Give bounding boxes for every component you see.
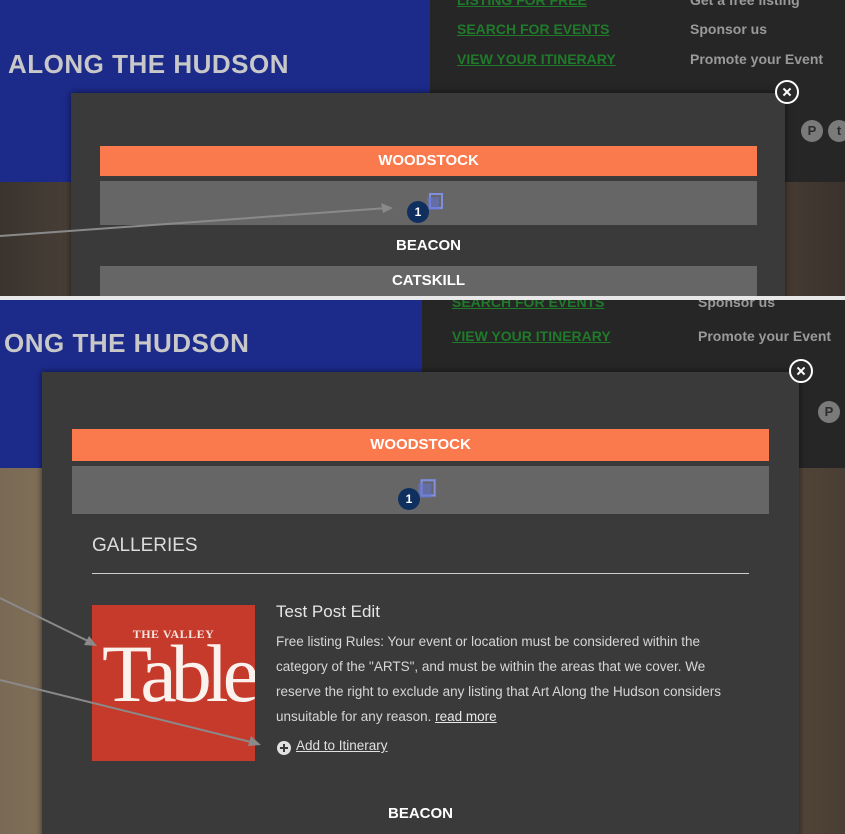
catskill-bar[interactable]: CATSKILL [100,266,757,296]
screenshot-bottom-panel: ONG THE HUDSON SEARCH FOR EVENTS VIEW YO… [0,300,845,834]
add-to-itinerary-link[interactable]: Add to Itinerary [296,738,388,753]
post-description-text: Free listing Rules: Your event or locati… [276,634,722,724]
post-description: Free listing Rules: Your event or locati… [276,629,746,729]
nav-promote-link[interactable]: Promote your Event [690,51,823,67]
read-more-link[interactable]: read more [435,709,497,724]
close-icon[interactable] [789,359,813,383]
nav-promote-link[interactable]: Promote your Event [698,328,831,344]
pinterest-icon[interactable]: P [818,401,840,423]
location-modal: WOODSTOCK 1 GALLERIES THE VALLEY Table T… [42,372,799,834]
nav-sponsor-link[interactable]: Sponsor us [698,300,775,310]
woodstock-bar[interactable]: WOODSTOCK [100,146,757,176]
section-heading-galleries: GALLERIES [92,535,198,556]
beacon-bar[interactable]: BEACON [100,232,757,260]
nav-listing-link[interactable]: LISTING FOR FREE [457,0,587,8]
woodstock-bar[interactable]: WOODSTOCK [72,429,769,461]
nav-view-itinerary-link[interactable]: VIEW YOUR ITINERARY [452,328,611,344]
nav-search-events-link[interactable]: SEARCH FOR EVENTS [452,300,604,310]
site-title[interactable]: ONG THE HUDSON [4,328,249,359]
itinerary-count-badge: 1 [407,201,429,223]
plus-circle-icon[interactable] [277,741,291,755]
itinerary-bar[interactable]: 1 [100,181,757,225]
nav-free-listing-link[interactable]: Get a free listing [690,0,800,8]
post-thumbnail[interactable]: THE VALLEY Table [92,605,255,761]
pinterest-icon[interactable]: P [801,120,823,142]
nav-search-events-link[interactable]: SEARCH FOR EVENTS [457,21,609,37]
beacon-bar[interactable]: BEACON [72,799,769,829]
section-divider [92,573,749,574]
post-title[interactable]: Test Post Edit [276,602,380,622]
site-title[interactable]: ALONG THE HUDSON [8,49,289,80]
close-icon[interactable] [775,80,799,104]
twitter-icon[interactable]: t [828,120,845,142]
thumbnail-logo-line2: Table [102,628,255,719]
itinerary-count-badge: 1 [398,488,420,510]
nav-view-itinerary-link[interactable]: VIEW YOUR ITINERARY [457,51,616,67]
nav-sponsor-link[interactable]: Sponsor us [690,21,767,37]
location-modal: WOODSTOCK 1 BEACON CATSKILL [71,93,785,296]
screenshot-top-panel: ALONG THE HUDSON LISTING FOR FREE SEARCH… [0,0,845,296]
itinerary-bar[interactable]: 1 [72,466,769,514]
